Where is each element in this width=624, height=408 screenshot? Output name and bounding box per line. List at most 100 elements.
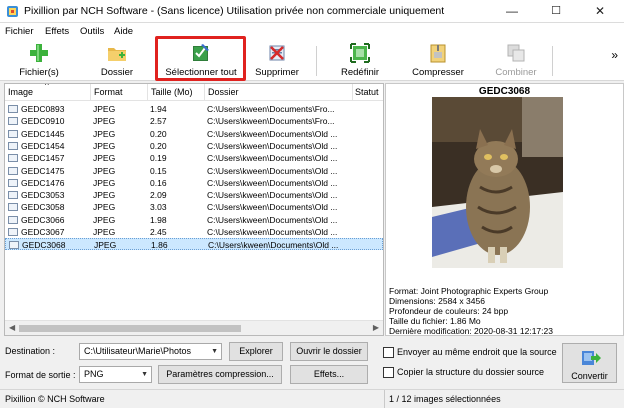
window-title: Pixillion par NCH Software - (Sans licen…: [24, 5, 445, 17]
menu-outils[interactable]: Outils: [80, 26, 104, 37]
resize-icon: [350, 43, 370, 63]
cell-format: JPEG: [93, 202, 116, 213]
menu-fichier[interactable]: Fichier: [5, 26, 34, 37]
image-list[interactable]: Image ^ Format Taille (Mo) Dossier Statu…: [4, 83, 384, 336]
combine-icon: [507, 44, 525, 62]
same-location-checkbox[interactable]: [383, 347, 394, 358]
list-item[interactable]: GEDC3066 JPEG 1.98 C:\Users\kween\Documents…: [5, 214, 383, 226]
convert-button[interactable]: Convertir: [562, 343, 617, 383]
cell-folder: C:\Users\kween\Documents\Fro...: [207, 116, 335, 127]
cell-format: JPEG: [93, 116, 116, 127]
minimize-button[interactable]: —: [490, 0, 534, 23]
close-button[interactable]: ✕: [578, 0, 622, 23]
copy-structure-checkbox[interactable]: [383, 367, 394, 378]
list-item[interactable]: GEDC0893 JPEG 1.94 C:\Users\kween\Documents…: [5, 103, 383, 115]
remove-button[interactable]: Supprimer: [250, 40, 304, 81]
copy-structure-label[interactable]: Copier la structure du dossier source: [397, 367, 544, 377]
cell-folder: C:\Users\kween\Documents\Old ...: [207, 128, 338, 139]
list-item[interactable]: GEDC3053 JPEG 2.09 C:\Users\kween\Documents…: [5, 189, 383, 201]
open-folder-button[interactable]: Ouvrir le dossier: [290, 342, 368, 361]
col-size[interactable]: Taille (Mo): [151, 87, 193, 97]
image-file-icon: [9, 241, 19, 250]
destination-value: C:\Utilisateur\Marie\Photos: [84, 346, 192, 356]
convert-icon: [582, 351, 601, 365]
col-status[interactable]: Statut: [355, 87, 379, 97]
scrollbar-thumb[interactable]: [19, 325, 241, 332]
list-item[interactable]: GEDC1457 JPEG 0.19 C:\Users\kween\Documents…: [5, 152, 383, 164]
col-divider[interactable]: [90, 84, 91, 101]
status-selection-count: 1 / 12 images sélectionnées: [389, 394, 501, 404]
menu-effets[interactable]: Effets: [45, 26, 69, 37]
cell-size: 0.16: [150, 177, 167, 188]
toolbar-separator: [552, 46, 553, 76]
list-item[interactable]: GEDC1476 JPEG 0.16 C:\Users\kween\Documents…: [5, 177, 383, 189]
cell-folder: C:\Users\kween\Documents\Old ...: [208, 240, 339, 251]
combine-label: Combiner: [495, 67, 537, 78]
add-files-button[interactable]: Fichier(s): [6, 40, 72, 81]
select-all-button[interactable]: Sélectionner tout: [158, 40, 244, 81]
compression-settings-button[interactable]: Paramètres compression...: [158, 365, 282, 384]
col-image[interactable]: Image: [8, 87, 33, 97]
col-divider[interactable]: [352, 84, 353, 101]
cell-format: JPEG: [93, 153, 116, 164]
cell-image-name: GEDC1454: [21, 140, 65, 151]
add-folder-button[interactable]: Dossier: [82, 40, 152, 81]
col-divider[interactable]: [204, 84, 205, 101]
cell-size: 2.45: [150, 227, 167, 237]
add-files-label: Fichier(s): [19, 67, 59, 78]
effects-button[interactable]: Effets...: [290, 365, 368, 384]
scroll-left-icon[interactable]: ◀: [9, 323, 15, 332]
same-location-label[interactable]: Envoyer au même endroit que la source: [397, 347, 557, 357]
preview-panel: GEDC3068 Format: Joint Photographic Expe…: [385, 83, 624, 336]
cell-format: JPEG: [93, 165, 116, 176]
image-file-icon: [8, 154, 18, 163]
cell-folder: C:\Users\kween\Documents\Old ...: [207, 202, 338, 213]
scroll-right-icon[interactable]: ▶: [373, 323, 379, 332]
menu-aide[interactable]: Aide: [114, 26, 133, 37]
cell-format: JPEG: [93, 214, 116, 225]
image-file-icon: [8, 141, 18, 150]
cell-image-name: GEDC3067: [21, 227, 65, 237]
chevron-down-icon: ▼: [211, 348, 218, 355]
list-item[interactable]: GEDC3068 JPEG 1.86 C:\Users\kween\Documents…: [5, 238, 383, 251]
image-file-icon: [8, 117, 18, 126]
toolbar-overflow-button[interactable]: »: [611, 48, 618, 62]
col-folder[interactable]: Dossier: [208, 87, 239, 97]
image-file-icon: [8, 129, 18, 138]
preview-image: [432, 97, 563, 268]
cell-size: 1.94: [150, 104, 167, 114]
maximize-button[interactable]: ☐: [534, 0, 578, 23]
horizontal-scrollbar[interactable]: ◀ ▶: [5, 320, 383, 335]
compress-button[interactable]: Compresser: [406, 40, 470, 81]
meta-dimensions: Dimensions: 2584 x 3456: [389, 296, 485, 306]
browse-button[interactable]: Explorer: [229, 342, 283, 361]
list-item[interactable]: GEDC1475 JPEG 0.15 C:\Users\kween\Documents…: [5, 165, 383, 177]
compress-label: Compresser: [412, 67, 464, 78]
sort-ascending-icon: ^: [45, 83, 49, 90]
output-format-select[interactable]: PNG ▼: [79, 366, 152, 383]
cell-folder: C:\Users\kween\Documents\Old ...: [207, 153, 338, 164]
image-file-icon: [8, 215, 18, 224]
cell-format: JPEG: [93, 104, 116, 114]
cell-image-name: GEDC3066: [21, 214, 65, 225]
col-divider[interactable]: [147, 84, 148, 101]
cell-size: 0.20: [150, 140, 167, 151]
resize-button[interactable]: Redéfinir: [330, 40, 390, 81]
destination-combo[interactable]: C:\Utilisateur\Marie\Photos ▼: [79, 343, 222, 360]
col-format[interactable]: Format: [94, 87, 123, 97]
cell-size: 1.86: [151, 240, 168, 251]
list-item[interactable]: GEDC0910 JPEG 2.57 C:\Users\kween\Documents…: [5, 115, 383, 127]
select-all-label: Sélectionner tout: [165, 67, 237, 78]
cell-image-name: GEDC1445: [21, 128, 65, 139]
list-item[interactable]: GEDC1454 JPEG 0.20 C:\Users\kween\Documents…: [5, 140, 383, 152]
compress-icon: [430, 44, 446, 63]
list-item[interactable]: GEDC1445 JPEG 0.20 C:\Users\kween\Documents…: [5, 128, 383, 140]
cell-image-name: GEDC3058: [21, 202, 65, 213]
combine-button[interactable]: Combiner: [488, 40, 544, 81]
list-header: Image ^ Format Taille (Mo) Dossier Statu…: [5, 83, 383, 101]
cell-size: 2.09: [150, 190, 167, 201]
list-item[interactable]: GEDC3067 JPEG 2.45 C:\Users\kween\Documents…: [5, 226, 383, 238]
list-item[interactable]: GEDC3058 JPEG 3.03 C:\Users\kween\Documents…: [5, 201, 383, 213]
add-folder-label: Dossier: [100, 67, 134, 78]
cell-image-name: GEDC1475: [21, 165, 65, 176]
